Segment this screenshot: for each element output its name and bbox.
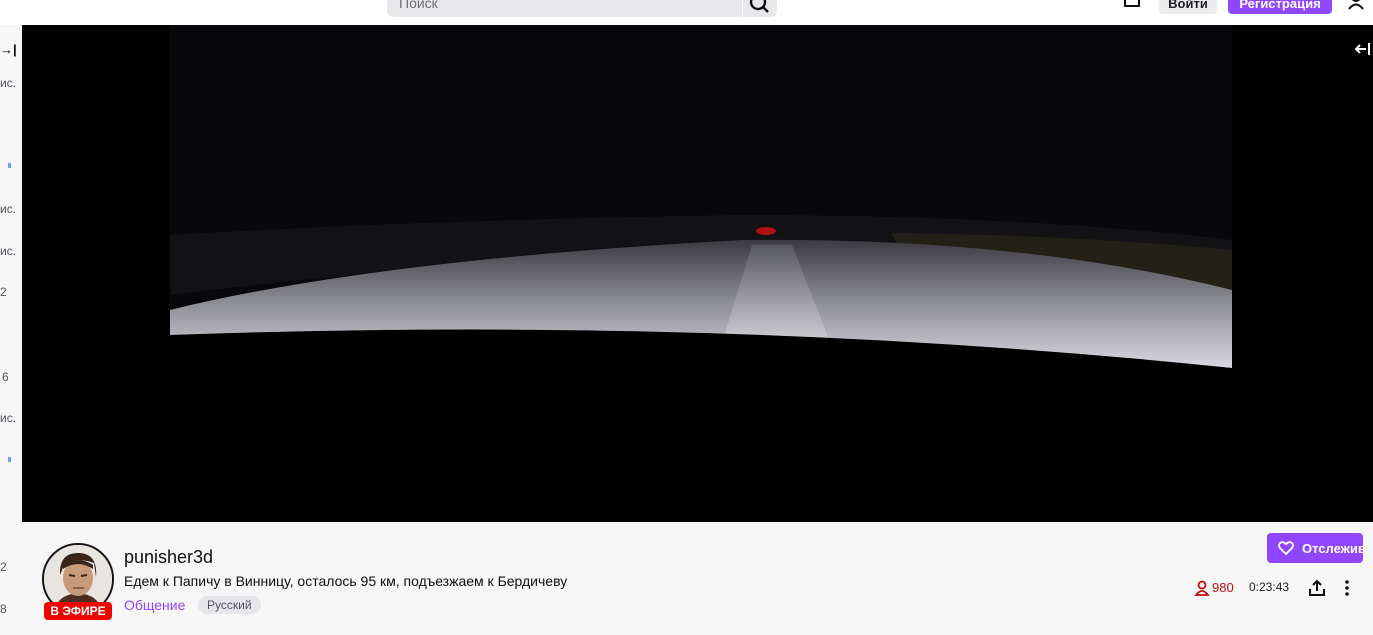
sidebar-item-snippet[interactable]: 6: [2, 370, 9, 384]
sidebar-item-marker: [8, 163, 11, 168]
more-icon[interactable]: [1339, 578, 1355, 598]
viewer-count: 980: [1212, 580, 1234, 595]
sidebar-item-marker: [8, 457, 11, 462]
search-button[interactable]: [743, 0, 777, 17]
video-player[interactable]: [22, 25, 1373, 522]
sidebar-item-snippet[interactable]: ис.: [0, 202, 16, 216]
user-icon[interactable]: [1347, 0, 1365, 10]
stream-title: Едем к Папичу в Винницу, осталось 95 км,…: [124, 573, 568, 589]
login-button[interactable]: Войти: [1159, 0, 1217, 14]
sidebar-collapse-button[interactable]: →|: [0, 42, 17, 57]
follow-button[interactable]: Отслеживать: [1267, 533, 1363, 563]
signup-button[interactable]: Регистрация: [1228, 0, 1332, 14]
sidebar-item-snippet[interactable]: ис.: [0, 244, 16, 258]
sidebar-item-snippet[interactable]: 8: [0, 602, 7, 616]
top-nav: Поиск Войти Регистрация: [0, 0, 1373, 25]
sidebar-item-snippet[interactable]: ис.: [0, 411, 16, 425]
sidebar-item-snippet[interactable]: ис.: [0, 76, 16, 90]
language-tag[interactable]: Русский: [198, 596, 261, 614]
heart-icon: [1278, 541, 1294, 555]
stream-uptime: 0:23:43: [1249, 580, 1290, 594]
viewer-icon: [1194, 580, 1210, 596]
follow-label: Отслеживать: [1302, 541, 1363, 556]
search-input[interactable]: Поиск: [387, 0, 742, 17]
sidebar-item-snippet[interactable]: 2: [0, 285, 7, 299]
channel-name[interactable]: punisher3d: [124, 547, 213, 568]
category-link[interactable]: Общение: [124, 597, 185, 613]
live-badge: В ЭФИРЕ: [44, 602, 112, 620]
search-icon: [749, 0, 769, 13]
sidebar: →| ис. ис. ис. 2 6 ис. 2 8: [0, 25, 23, 635]
video-frame: [22, 25, 1373, 522]
share-icon[interactable]: [1307, 578, 1327, 598]
prime-icon[interactable]: [1123, 0, 1143, 8]
collapse-icon[interactable]: [1353, 41, 1371, 57]
sidebar-item-snippet[interactable]: 2: [0, 560, 7, 574]
